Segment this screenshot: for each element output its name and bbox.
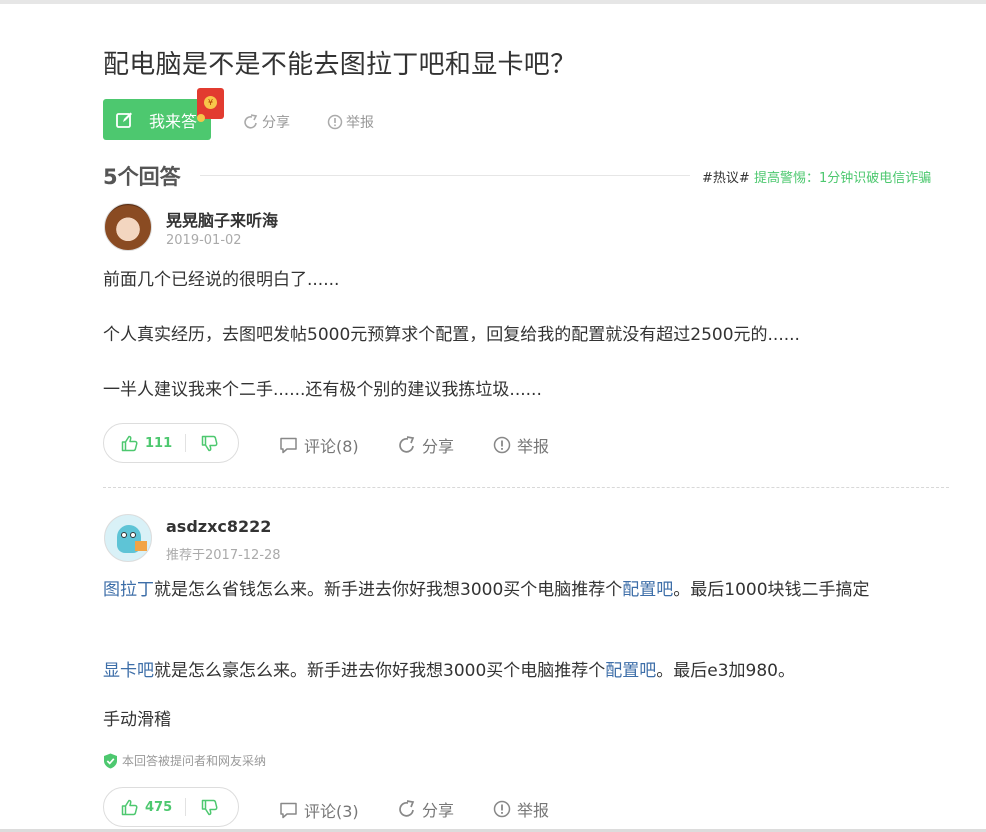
red-packet-icon[interactable]: ¥ bbox=[197, 88, 224, 122]
share-icon bbox=[399, 800, 415, 817]
vote-box: 111 bbox=[103, 423, 239, 463]
answer-username[interactable]: 晃晃脑子来听海 bbox=[166, 207, 278, 231]
share-label: 分享 bbox=[422, 801, 455, 820]
question-share-label: 分享 bbox=[262, 115, 290, 131]
question-title: 配电脑是不是不能去图拉丁吧和显卡吧？ bbox=[103, 50, 577, 80]
report-icon bbox=[327, 114, 343, 130]
link-peizhi[interactable]: 配置吧 bbox=[622, 580, 673, 600]
top-border bbox=[0, 0, 986, 4]
vote-separator bbox=[185, 798, 187, 816]
report-icon bbox=[493, 436, 511, 454]
paragraph-text: 。最后e3加980。 bbox=[656, 661, 795, 681]
answer-paragraph: 显卡吧就是怎么豪怎么来。新手进去你好我想3000买个电脑推荐个配置吧。最后e3加… bbox=[103, 655, 949, 687]
avatar[interactable] bbox=[104, 514, 152, 562]
like-button[interactable]: 475 bbox=[121, 799, 172, 816]
answer-paragraph: 手动滑稽 bbox=[103, 710, 171, 730]
answer-date: 2019-01-02 bbox=[166, 233, 242, 248]
share-icon bbox=[399, 436, 415, 453]
comment-label: 评论(3) bbox=[304, 802, 359, 821]
vote-box: 475 bbox=[103, 787, 239, 827]
vote-separator bbox=[185, 434, 187, 452]
report-button[interactable]: 举报 bbox=[493, 797, 549, 821]
answer-paragraph: 一半人建议我来个二手......还有极个别的建议我拣垃圾...... bbox=[103, 380, 542, 400]
report-button[interactable]: 举报 bbox=[493, 433, 549, 457]
report-label: 举报 bbox=[517, 437, 550, 456]
avatar[interactable] bbox=[104, 203, 152, 251]
answer-date: 推荐于2017-12-28 bbox=[166, 548, 281, 563]
question-report-label: 举报 bbox=[346, 115, 374, 131]
paragraph-text: 就是怎么省钱怎么来。新手进去你好我想3000买个电脑推荐个 bbox=[154, 580, 623, 600]
comment-label: 评论(8) bbox=[304, 437, 359, 456]
red-packet-dot bbox=[197, 114, 205, 122]
question-report-button[interactable]: 举报 bbox=[327, 112, 374, 132]
link-tuladin[interactable]: 图拉丁 bbox=[103, 580, 154, 600]
hot-tag: #热议# bbox=[702, 171, 750, 186]
header-divider bbox=[200, 175, 690, 176]
answer-paragraph: 前面几个已经说的很明白了...... bbox=[103, 270, 340, 290]
avatar-eye bbox=[121, 532, 127, 538]
link-xianka[interactable]: 显卡吧 bbox=[103, 661, 154, 681]
share-button[interactable]: 分享 bbox=[398, 797, 454, 821]
share-icon bbox=[244, 114, 258, 129]
share-button[interactable]: 分享 bbox=[398, 433, 454, 457]
like-count: 111 bbox=[145, 435, 173, 451]
comment-button[interactable]: 评论(8) bbox=[279, 433, 359, 457]
adopted-label: 本回答被提问者和网友采纳 bbox=[122, 754, 267, 768]
edit-icon bbox=[116, 112, 132, 128]
thumbs-down-icon bbox=[201, 435, 218, 451]
like-count: 475 bbox=[145, 799, 173, 815]
avatar-eye bbox=[130, 532, 136, 538]
thumbs-down-icon bbox=[201, 799, 218, 815]
shield-check-icon bbox=[104, 753, 117, 768]
answer-button[interactable]: 我来答 bbox=[103, 99, 211, 140]
paragraph-text: 就是怎么豪怎么来。新手进去你好我想3000买个电脑推荐个 bbox=[154, 661, 606, 681]
dislike-button[interactable] bbox=[201, 435, 218, 452]
share-label: 分享 bbox=[422, 437, 455, 456]
avatar-box bbox=[135, 541, 147, 551]
thumbs-up-icon bbox=[121, 799, 138, 815]
answer-button-label: 我来答 bbox=[149, 111, 198, 131]
thumbs-up-icon bbox=[121, 435, 138, 451]
answer-count: 5个回答 bbox=[103, 165, 181, 189]
answer-paragraph: 图拉丁就是怎么省钱怎么来。新手进去你好我想3000买个电脑推荐个配置吧。最后10… bbox=[103, 574, 949, 606]
comment-button[interactable]: 评论(3) bbox=[279, 798, 359, 822]
report-label: 举报 bbox=[517, 801, 550, 820]
answer-paragraph: 个人真实经历，去图吧发帖5000元预算求个配置，回复给我的配置就没有超过2500… bbox=[103, 325, 800, 345]
link-peizhi[interactable]: 配置吧 bbox=[605, 661, 656, 681]
answer-username[interactable]: asdzxc8222 bbox=[166, 517, 271, 536]
comment-icon bbox=[280, 802, 297, 818]
like-button[interactable]: 111 bbox=[121, 435, 172, 452]
dislike-button[interactable] bbox=[201, 799, 218, 816]
comment-icon bbox=[280, 437, 297, 453]
report-icon bbox=[493, 800, 511, 818]
hot-topic: #热议# 提高警惕：1分钟识破电信诈骗 bbox=[702, 167, 931, 186]
question-share-button[interactable]: 分享 bbox=[243, 112, 290, 132]
hot-link[interactable]: 提高警惕：1分钟识破电信诈骗 bbox=[754, 171, 931, 186]
red-packet-seal: ¥ bbox=[204, 96, 217, 109]
paragraph-text: 。最后1000块钱二手搞定 bbox=[673, 580, 870, 600]
answer-divider bbox=[103, 487, 949, 488]
adopted-badge: 本回答被提问者和网友采纳 bbox=[103, 752, 266, 769]
